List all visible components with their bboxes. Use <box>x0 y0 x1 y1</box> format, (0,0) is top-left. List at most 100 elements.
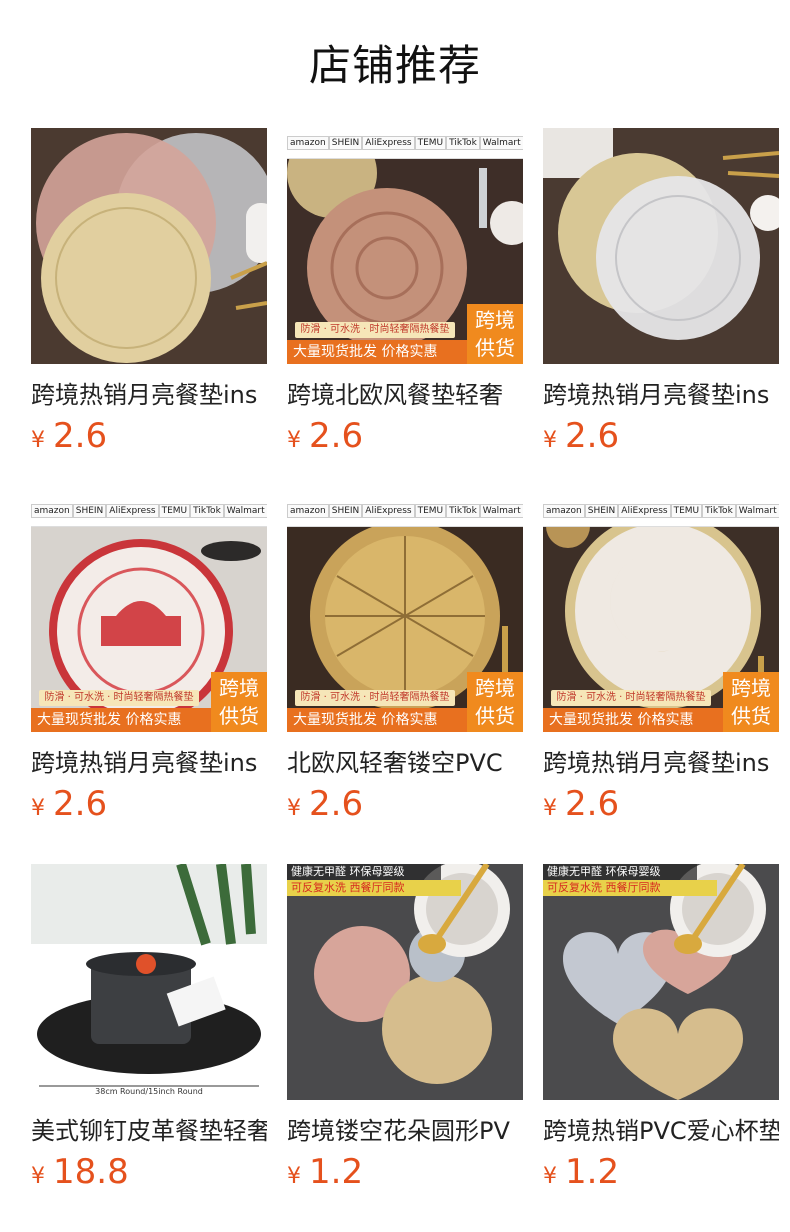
product-name[interactable]: 北欧风轻奢镂空PVC <box>287 746 523 780</box>
product-image[interactable]: amazon SHEIN AliExpress TEMU TikTok Walm… <box>31 496 267 732</box>
product-image[interactable]: 38cm Round/15inch Round <box>31 864 267 1100</box>
promo-banner: 防滑 · 可水洗 · 时尚轻奢隔热餐垫 大量现货批发 价格实惠 跨境供货 <box>31 672 267 732</box>
product-price: ¥1.2 <box>287 1150 363 1194</box>
product-price: ¥2.6 <box>31 782 107 826</box>
product-image[interactable]: amazon SHEIN AliExpress TEMU TikTok Walm… <box>543 496 779 732</box>
walmart-badge: Walmart <box>223 504 267 518</box>
price-value: 2.6 <box>309 416 364 456</box>
platform-badges: amazon SHEIN AliExpress TEMU TikTok Walm… <box>287 128 523 159</box>
temu-badge: TEMU <box>158 504 191 518</box>
overlay-line-1: 健康无甲醛 环保母婴级 <box>543 864 697 880</box>
price-value: 18.8 <box>53 1152 129 1192</box>
product-name[interactable]: 美式铆钉皮革餐垫轻奢 <box>31 1114 267 1148</box>
product-name[interactable]: 跨境热销PVC爱心杯垫 <box>543 1114 779 1148</box>
size-note: 38cm Round/15inch Round <box>95 1087 203 1096</box>
temu-badge: TEMU <box>414 136 447 150</box>
shein-badge: SHEIN <box>328 136 363 150</box>
product-image[interactable]: amazon SHEIN AliExpress TEMU TikTok Walm… <box>287 496 523 732</box>
product-card[interactable]: 健康无甲醛 环保母婴级 可反复水洗 西餐厅同款 跨境镂空花朵圆形PV ¥1.2 <box>287 864 523 1194</box>
product-price: ¥2.6 <box>287 414 363 458</box>
aliexpress-badge: AliExpress <box>362 504 415 518</box>
aliexpress-badge: AliExpress <box>362 136 415 150</box>
temu-badge: TEMU <box>670 504 703 518</box>
shein-badge: SHEIN <box>72 504 107 518</box>
product-image[interactable]: 健康无甲醛 环保母婴级 可反复水洗 西餐厅同款 <box>287 864 523 1100</box>
product-price: ¥2.6 <box>287 782 363 826</box>
banner-features: 防滑 · 可水洗 · 时尚轻奢隔热餐垫 <box>295 690 455 706</box>
currency-symbol: ¥ <box>543 1164 557 1189</box>
platform-badges: amazon SHEIN AliExpress TEMU TikTok Walm… <box>287 496 523 527</box>
banner-cross-border: 跨境供货 <box>467 304 523 364</box>
product-card[interactable]: 38cm Round/15inch Round 美式铆钉皮革餐垫轻奢 ¥18.8 <box>31 864 267 1194</box>
product-name[interactable]: 跨境热销月亮餐垫ins <box>543 378 779 412</box>
aliexpress-badge: AliExpress <box>106 504 159 518</box>
product-price: ¥18.8 <box>31 1150 129 1194</box>
price-value: 2.6 <box>565 416 620 456</box>
tiktok-badge: TikTok <box>190 504 224 518</box>
product-price: ¥2.6 <box>543 414 619 458</box>
amazon-badge: amazon <box>31 504 73 518</box>
product-card[interactable]: 跨境热销月亮餐垫ins ¥2.6 <box>543 128 779 458</box>
promo-overlay: 健康无甲醛 环保母婴级 可反复水洗 西餐厅同款 <box>543 864 779 900</box>
currency-symbol: ¥ <box>543 796 557 821</box>
currency-symbol: ¥ <box>31 428 45 453</box>
banner-cross-border: 跨境供货 <box>467 672 523 732</box>
product-name[interactable]: 跨境镂空花朵圆形PV <box>287 1114 523 1148</box>
product-image[interactable]: amazon SHEIN AliExpress TEMU TikTok Walm… <box>287 128 523 364</box>
product-name[interactable]: 跨境热销月亮餐垫ins <box>31 746 267 780</box>
section-title: 店铺推荐 <box>308 41 481 90</box>
product-name[interactable]: 跨境热销月亮餐垫ins <box>31 378 267 412</box>
price-value: 2.6 <box>309 784 364 824</box>
banner-wholesale: 大量现货批发 价格实惠 <box>543 708 729 732</box>
tiktok-badge: TikTok <box>702 504 736 518</box>
product-name[interactable]: 跨境热销月亮餐垫ins <box>543 746 779 780</box>
walmart-badge: Walmart <box>479 136 523 150</box>
currency-symbol: ¥ <box>287 428 301 453</box>
product-card[interactable]: 健康无甲醛 环保母婴级 可反复水洗 西餐厅同款 跨境热销PVC爱心杯垫 ¥1.2 <box>543 864 779 1194</box>
banner-cross-border: 跨境供货 <box>723 672 779 732</box>
product-card[interactable]: amazon SHEIN AliExpress TEMU TikTok Walm… <box>287 496 523 826</box>
banner-wholesale: 大量现货批发 价格实惠 <box>287 340 473 364</box>
shein-badge: SHEIN <box>584 504 619 518</box>
aliexpress-badge: AliExpress <box>618 504 671 518</box>
price-value: 1.2 <box>565 1152 620 1192</box>
price-value: 1.2 <box>309 1152 364 1192</box>
banner-features: 防滑 · 可水洗 · 时尚轻奢隔热餐垫 <box>39 690 199 706</box>
product-card[interactable]: amazon SHEIN AliExpress TEMU TikTok Walm… <box>31 496 267 826</box>
platform-badges: amazon SHEIN AliExpress TEMU TikTok Walm… <box>543 496 779 527</box>
amazon-badge: amazon <box>287 136 329 150</box>
banner-wholesale: 大量现货批发 价格实惠 <box>31 708 217 732</box>
walmart-badge: Walmart <box>479 504 523 518</box>
product-card[interactable]: amazon SHEIN AliExpress TEMU TikTok Walm… <box>287 128 523 458</box>
product-price: ¥2.6 <box>543 782 619 826</box>
product-name[interactable]: 跨境北欧风餐垫轻奢 <box>287 378 523 412</box>
price-value: 2.6 <box>565 784 620 824</box>
product-price: ¥1.2 <box>543 1150 619 1194</box>
promo-overlay: 健康无甲醛 环保母婴级 可反复水洗 西餐厅同款 <box>287 864 523 900</box>
currency-symbol: ¥ <box>543 428 557 453</box>
overlay-line-2: 可反复水洗 西餐厅同款 <box>543 880 717 896</box>
product-image[interactable] <box>31 128 267 364</box>
product-card[interactable]: amazon SHEIN AliExpress TEMU TikTok Walm… <box>543 496 779 826</box>
product-card[interactable]: 跨境热销月亮餐垫ins ¥2.6 <box>31 128 267 458</box>
product-image[interactable]: 健康无甲醛 环保母婴级 可反复水洗 西餐厅同款 <box>543 864 779 1100</box>
promo-banner: 防滑 · 可水洗 · 时尚轻奢隔热餐垫 大量现货批发 价格实惠 跨境供货 <box>287 672 523 732</box>
banner-wholesale: 大量现货批发 价格实惠 <box>287 708 473 732</box>
currency-symbol: ¥ <box>287 1164 301 1189</box>
promo-banner: 防滑 · 可水洗 · 时尚轻奢隔热餐垫 大量现货批发 价格实惠 跨境供货 <box>543 672 779 732</box>
shein-badge: SHEIN <box>328 504 363 518</box>
platform-badges: amazon SHEIN AliExpress TEMU TikTok Walm… <box>31 496 267 527</box>
temu-badge: TEMU <box>414 504 447 518</box>
currency-symbol: ¥ <box>287 796 301 821</box>
overlay-line-2: 可反复水洗 西餐厅同款 <box>287 880 461 896</box>
product-image[interactable] <box>543 128 779 364</box>
tiktok-badge: TikTok <box>446 504 480 518</box>
currency-symbol: ¥ <box>31 796 45 821</box>
price-value: 2.6 <box>53 784 108 824</box>
walmart-badge: Walmart <box>735 504 779 518</box>
currency-symbol: ¥ <box>31 1164 45 1189</box>
banner-features: 防滑 · 可水洗 · 时尚轻奢隔热餐垫 <box>551 690 711 706</box>
promo-banner: 防滑 · 可水洗 · 时尚轻奢隔热餐垫 大量现货批发 价格实惠 跨境供货 <box>287 304 523 364</box>
price-value: 2.6 <box>53 416 108 456</box>
amazon-badge: amazon <box>543 504 585 518</box>
